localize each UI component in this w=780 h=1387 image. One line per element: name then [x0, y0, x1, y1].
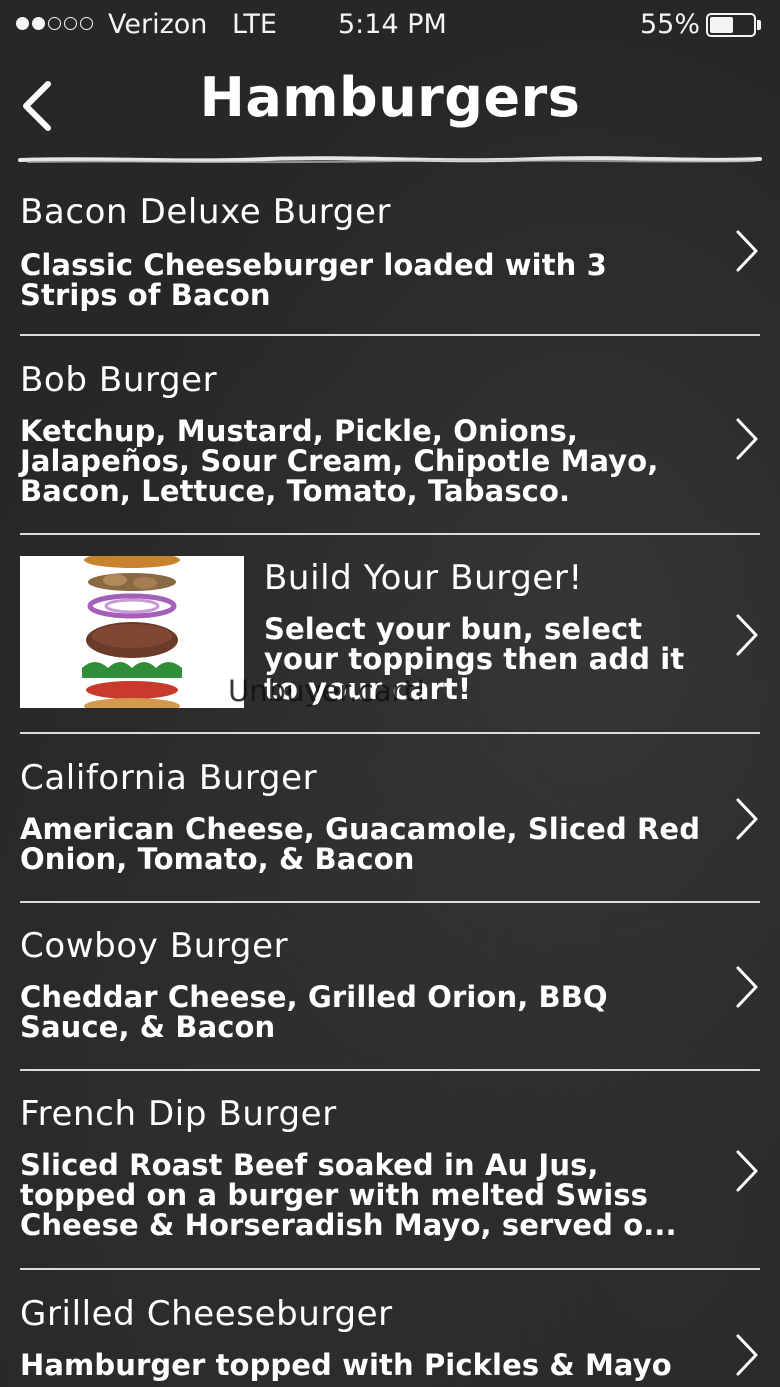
battery-percent: 55%	[640, 9, 701, 40]
signal-dot	[48, 17, 61, 30]
item-name: Cowboy Burger	[20, 926, 289, 966]
row-divider	[20, 732, 760, 734]
status-bar: Verizon LTE 5:14 PM 55%	[0, 0, 780, 50]
chevron-right-icon	[736, 614, 758, 656]
list-item[interactable]: Bob Burger Ketchup, Mustard, Pickle, Oni…	[20, 358, 760, 528]
item-description: Cheddar Cheese, Grilled Orion, BBQ Sauce…	[20, 980, 608, 1044]
list-item[interactable]: Bacon Deluxe Burger Classic Cheeseburger…	[20, 188, 760, 328]
item-name: Bob Burger	[20, 360, 218, 400]
signal-strength-icon	[16, 17, 93, 30]
list-item[interactable]: French Dip Burger Sliced Roast Beef soak…	[20, 1092, 760, 1262]
chevron-right-icon	[736, 1334, 758, 1376]
item-description: Ketchup, Mustard, Pickle, Onions, Jalape…	[20, 414, 659, 508]
overlap-text: Unbuyer.cart!	[228, 674, 427, 708]
item-name: Build Your Burger!	[264, 558, 583, 598]
chalk-divider	[18, 156, 762, 164]
item-name: Bacon Deluxe Burger	[20, 192, 392, 232]
list-item[interactable]: Grilled Cheeseburger Hamburger topped wi…	[20, 1292, 760, 1387]
item-name: French Dip Burger	[20, 1094, 337, 1134]
list-item[interactable]: California Burger American Cheese, Guaca…	[20, 756, 760, 896]
row-divider	[20, 1069, 760, 1071]
list-item-build-your-burger[interactable]: Build Your Burger! Select your bun, sele…	[20, 556, 760, 708]
chevron-right-icon	[736, 230, 758, 272]
chevron-right-icon	[736, 418, 758, 460]
item-description: Sliced Roast Beef soaked in Au Jus, topp…	[20, 1148, 677, 1242]
page-title: Hamburgers	[199, 66, 581, 129]
signal-dot	[64, 17, 77, 30]
row-divider	[20, 1268, 760, 1270]
row-divider	[20, 901, 760, 903]
chevron-right-icon	[736, 798, 758, 840]
battery-tip	[757, 20, 761, 30]
item-name: Grilled Cheeseburger	[20, 1294, 393, 1334]
network-type: LTE	[232, 9, 277, 40]
chevron-right-icon	[736, 966, 758, 1008]
status-time: 5:14 PM	[338, 9, 447, 40]
signal-dot	[80, 17, 93, 30]
battery-icon	[706, 13, 756, 37]
chevron-right-icon	[736, 1150, 758, 1192]
item-description: American Cheese, Guacamole, Sliced Red O…	[20, 812, 701, 876]
burger-stack-image	[20, 556, 244, 708]
row-divider	[20, 334, 760, 336]
row-divider	[20, 533, 760, 535]
signal-dot	[32, 17, 45, 30]
carrier-name: Verizon	[108, 9, 208, 40]
burger-stack-icon	[82, 556, 182, 708]
battery-fill	[710, 17, 734, 33]
signal-dot	[16, 17, 29, 30]
item-description: Hamburger topped with Pickles & Mayo	[20, 1348, 672, 1382]
item-name: California Burger	[20, 758, 318, 798]
menu-screen: Verizon LTE 5:14 PM 55% Hamburgers Bacon…	[0, 0, 780, 1387]
list-item[interactable]: Cowboy Burger Cheddar Cheese, Grilled Or…	[20, 924, 760, 1064]
navigation-bar: Hamburgers	[0, 50, 780, 170]
item-description: Classic Cheeseburger loaded with 3 Strip…	[20, 248, 607, 312]
